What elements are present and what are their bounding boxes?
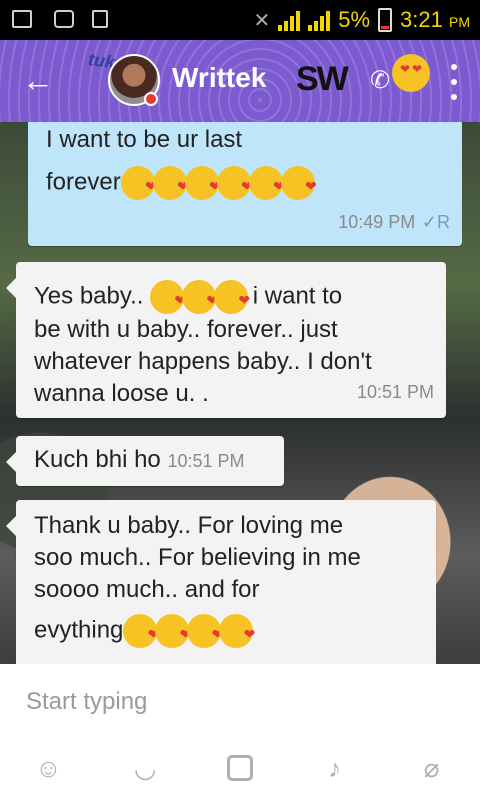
- contact-name[interactable]: Writtek: [172, 62, 266, 94]
- signal-icon: [278, 9, 301, 31]
- message-line: evything: [34, 614, 418, 650]
- message-time: 10:49 PM: [338, 212, 416, 232]
- message-text: Yes baby..: [34, 282, 144, 310]
- attachment-icon[interactable]: ⌀: [417, 753, 447, 783]
- message-input[interactable]: Start typing: [26, 688, 147, 716]
- kiss-emoji-icon: [155, 614, 191, 650]
- decoration-logo: SW: [296, 60, 349, 98]
- kiss-emoji-icon: [216, 166, 253, 202]
- message-meta: 10:49 PM ✓R: [338, 205, 450, 238]
- message-line-2: forever: [46, 166, 444, 202]
- battery-percent: 5%: [338, 7, 371, 32]
- kiss-emoji-icon: [123, 614, 159, 650]
- message-line: Thank u baby.. For loving me: [34, 512, 344, 539]
- composer: Start typing ☺ ◡ ♪ ⌀: [0, 664, 480, 800]
- microphone-icon[interactable]: ♪: [320, 753, 350, 783]
- kiss-emoji-icon: [248, 166, 285, 202]
- kiss-emoji-icon: [152, 166, 189, 202]
- message-time: 10:51 PM: [167, 451, 245, 471]
- app-bar: ← tukur Writtek SW ✆: [0, 40, 480, 122]
- composer-toolbar: ☺ ◡ ♪ ⌀: [0, 748, 480, 788]
- message-bubble-incoming[interactable]: Yes baby.. i want to be with u baby.. fo…: [6, 262, 446, 418]
- smiley-icon[interactable]: ☺: [33, 753, 63, 783]
- battery-icon: [378, 8, 393, 32]
- gallery-icon: [12, 10, 32, 28]
- back-arrow-icon[interactable]: ←: [22, 60, 62, 100]
- message-text: forever: [46, 168, 121, 196]
- kiss-emoji-icon: [150, 280, 186, 316]
- clock-time: 3:21: [400, 7, 443, 32]
- message-line: I want to be ur last: [46, 126, 243, 153]
- kiss-emoji-icon: [182, 280, 218, 316]
- message-line: Yes baby.. i want to: [34, 280, 428, 316]
- chat-area[interactable]: I want to be ur last forever 10:49 PM ✓R…: [0, 122, 480, 664]
- message-time: 10:51 PM: [356, 382, 434, 402]
- message-bubble-outgoing[interactable]: I want to be ur last forever 10:49 PM ✓R: [28, 122, 462, 246]
- kiss-emoji-icon: [184, 166, 221, 202]
- message-text: evything: [34, 616, 124, 644]
- mute-icon: ✕: [253, 9, 271, 32]
- message-bubble-incoming[interactable]: Kuch bhi ho 10:51 PM: [6, 436, 284, 486]
- message-line: be with u baby.. forever.. just: [34, 316, 338, 343]
- kiss-emoji-icon: [280, 166, 317, 202]
- camera-icon[interactable]: [226, 755, 253, 781]
- status-bar: ✕ 5% 3:21 PM: [0, 0, 480, 40]
- read-receipt: ✓R: [421, 212, 450, 232]
- sticker-icon[interactable]: ◡: [130, 753, 160, 783]
- message-icon: [54, 10, 74, 28]
- message-line: soo much.. For believing in me: [34, 544, 361, 571]
- clock: 3:21 PM: [400, 7, 470, 33]
- message-line: whatever happens baby.. I don't: [34, 348, 372, 375]
- kiss-emoji-icon: [187, 614, 223, 650]
- message-text: i want to: [252, 282, 343, 310]
- more-vertical-icon[interactable]: [446, 64, 462, 100]
- kiss-emoji-icon: [219, 614, 255, 650]
- badge-icon: [144, 92, 158, 106]
- message-text: Kuch bhi ho: [34, 446, 161, 473]
- clock-ampm: PM: [449, 14, 470, 30]
- sdcard-icon: [92, 10, 108, 28]
- signal-icon-2: [308, 9, 331, 31]
- message-bubble-incoming[interactable]: Thank u baby.. For loving me soo much.. …: [6, 500, 436, 664]
- message-line: soooo much.. and for: [34, 576, 260, 603]
- kiss-emoji-icon: [120, 166, 157, 202]
- kiss-emoji-icon: [214, 280, 250, 316]
- heart-eyes-emoji-icon: [392, 54, 430, 92]
